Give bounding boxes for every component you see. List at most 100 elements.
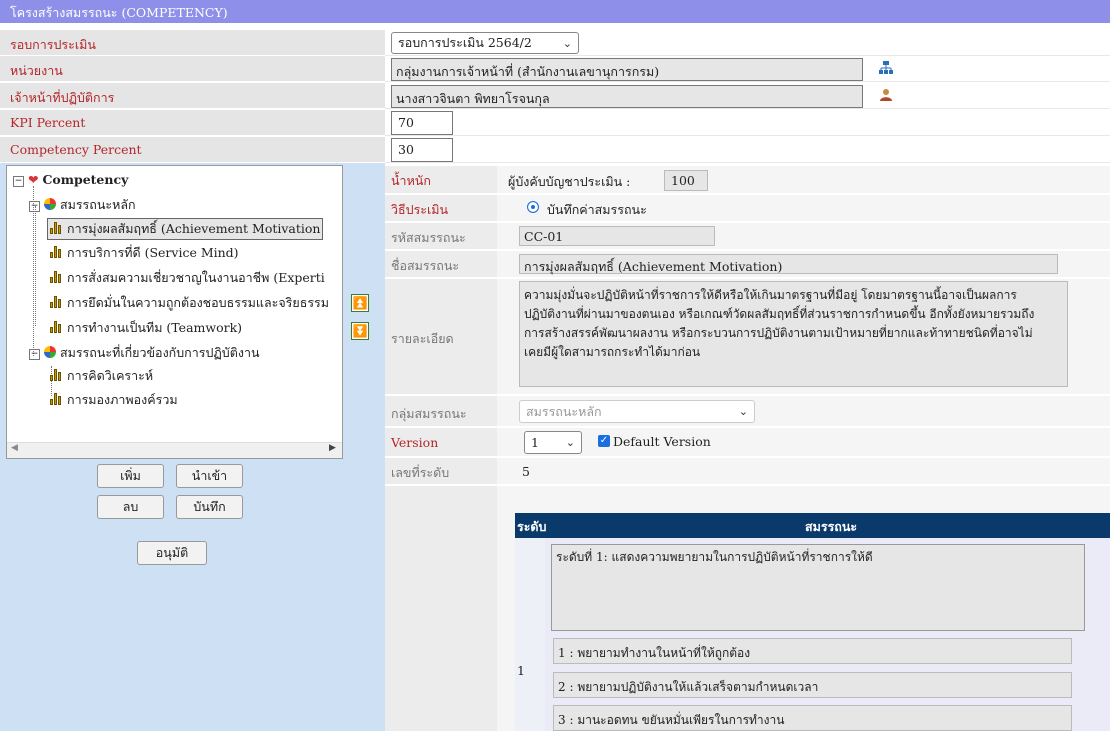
chevron-down-icon: ⌄ (565, 436, 575, 449)
detail-line: ปฏิบัติงานที่ผ่านมาของตนเอง หรือเกณฑ์วัด… (524, 307, 1035, 321)
competency-percent-label: Competency Percent (0, 137, 385, 163)
level-description[interactable]: ระดับที่ 1: แสดงความพยายามในการปฏิบัติหน… (551, 544, 1085, 631)
chart-icon (50, 369, 64, 381)
version-label: Version (385, 428, 497, 457)
chevron-down-icon: ⌄ (738, 405, 748, 418)
tree-item[interactable]: การสั่งสมความเชี่ยวชาญในงานอาชีพ (Expert… (50, 268, 325, 288)
code-field[interactable]: CC-01 (519, 226, 715, 246)
round-select-value: รอบการประเมิน 2564/2 (398, 35, 532, 50)
chart-icon (50, 222, 64, 234)
group-row: สมรรถนะหลัก ⌄ (497, 396, 1110, 427)
detail-label: รายละเอียด (385, 279, 497, 395)
kpi-label: KPI Percent (0, 110, 385, 136)
weight-label: น้ำหนัก (385, 166, 497, 194)
tree-item[interactable]: การบริการที่ดี (Service Mind) (50, 243, 239, 263)
chart-icon (50, 321, 64, 333)
scroll-left-icon[interactable]: ◀ (11, 443, 18, 453)
tree-group-core[interactable]: − สมรรถนะหลัก (29, 195, 136, 215)
collapse-icon[interactable]: − (29, 349, 40, 360)
add-button[interactable]: เพิ่ม (97, 464, 164, 488)
org-chart-icon[interactable] (879, 61, 893, 75)
delete-button[interactable]: ลบ (97, 495, 164, 519)
tree-item[interactable]: การคิดวิเคราะห์ (50, 366, 153, 386)
move-down-button[interactable]: ⏬ (351, 322, 369, 340)
weight-sublabel: ผู้บังคับบัญชาประเมิน : (508, 174, 631, 189)
competency-percent-row: 30 (385, 137, 1110, 163)
tree-root[interactable]: − ❤ Competency (13, 172, 128, 187)
tree-group-label: สมรรถนะที่เกี่ยวข้องกับการปฏิบัติงาน (59, 345, 260, 360)
tree-root-label: Competency (42, 172, 129, 187)
behavior-row[interactable]: 2 : พยายามปฏิบัติงานให้แล้วเสร็จตามกำหนด… (553, 672, 1072, 698)
competency-percent-input[interactable]: 30 (391, 138, 453, 162)
officer-row: นางสาวจินตา พิทยาโรจนกุล (385, 83, 1110, 109)
tree-item-selected[interactable]: การมุ่งผลสัมฤทธิ์ (Achievement Motivatio… (47, 218, 324, 240)
weight-field[interactable]: 100 (664, 170, 708, 191)
name-row: การมุ่งผลสัมฤทธิ์ (Achievement Motivatio… (497, 251, 1110, 278)
tree-item-label: การบริการที่ดี (Service Mind) (67, 245, 239, 260)
page-title: โครงสร้างสมรรถนะ (COMPETENCY) (0, 0, 1110, 23)
competency-tree: − ❤ Competency − สมรรถนะหลัก การมุ่งผลสั… (6, 165, 343, 459)
tree-item-label: การสั่งสมความเชี่ยวชาญในงานอาชีพ (Expert… (67, 270, 325, 285)
behavior-text: มานะอดทน ขยันหมั่นเพียรในการทำงาน (577, 713, 785, 727)
level-number: 1 (517, 663, 525, 678)
approve-button[interactable]: อนุมัติ (137, 541, 207, 565)
round-select[interactable]: รอบการประเมิน 2564/2 ⌄ (391, 32, 579, 54)
collapse-icon[interactable]: − (13, 176, 24, 187)
method-option-label: บันทึกค่าสมรรถนะ (547, 202, 647, 217)
name-label: ชื่อสมรรถนะ (385, 251, 497, 278)
col-level-header: ระดับ (517, 519, 547, 534)
level-row: 1 ระดับที่ 1: แสดงความพยายามในการปฏิบัติ… (515, 538, 1110, 731)
behavior-number: 1 : (558, 646, 574, 660)
code-row: CC-01 (497, 223, 1110, 250)
detail-row: ความมุ่งมั่นจะปฏิบัติหน้าที่ราชการให้ดีห… (497, 279, 1110, 395)
default-version-checkbox[interactable]: ✓ (598, 435, 610, 447)
horizontal-scrollbar[interactable]: ◀ ▶ (7, 442, 342, 458)
group-icon (43, 198, 56, 210)
behavior-text: พยายามทำงานในหน้าที่ให้ถูกต้อง (577, 646, 751, 660)
method-label: วิธีประเมิน (385, 195, 497, 222)
import-button[interactable]: นำเข้า (176, 464, 243, 488)
code-label: รหัสสมรรถนะ (385, 223, 497, 250)
tree-item[interactable]: การยึดมั่นในความถูกต้องชอบธรรมและจริยธรร… (50, 293, 329, 313)
tree-item-label: การมุ่งผลสัมฤทธิ์ (Achievement Motivatio… (67, 221, 321, 236)
chart-icon (50, 246, 64, 258)
unit-label: หน่วยงาน (0, 56, 385, 82)
chart-icon (50, 393, 64, 405)
detail-textarea[interactable]: ความมุ่งมั่นจะปฏิบัติหน้าที่ราชการให้ดีห… (519, 281, 1068, 387)
group-select-value: สมรรถนะหลัก (526, 403, 602, 419)
tree-item[interactable]: การทำงานเป็นทีม (Teamwork) (50, 318, 242, 338)
tree-item[interactable]: การมองภาพองค์รวม (50, 390, 178, 410)
detail-line: เคยมีผู้ใดสามารถกระทำได้มาก่อน (524, 345, 701, 359)
kpi-input[interactable]: 70 (391, 111, 453, 135)
group-icon (43, 346, 56, 358)
move-up-button[interactable]: ⏫ (351, 294, 369, 312)
tree-item-label: การมองภาพองค์รวม (67, 392, 178, 407)
method-row: บันทึกค่าสมรรถนะ (497, 195, 1110, 222)
version-select[interactable]: 1 ⌄ (524, 431, 582, 454)
user-icon[interactable] (879, 88, 893, 102)
tree-item-label: การยึดมั่นในความถูกต้องชอบธรรมและจริยธรร… (67, 295, 329, 310)
unit-field[interactable]: กลุ่มงานการเจ้าหน้าที่ (สำนักงานเลขานุกา… (391, 58, 863, 81)
round-label: รอบการประเมิน (0, 30, 385, 56)
officer-label: เจ้าหน้าที่ปฏิบัติการ (0, 83, 385, 109)
chart-icon (50, 271, 64, 283)
scroll-right-icon[interactable]: ▶ (329, 443, 336, 453)
weight-row: ผู้บังคับบัญชาประเมิน : 100 (497, 166, 1110, 194)
col-competency-header: สมรรถนะ (805, 519, 858, 534)
collapse-icon[interactable]: − (29, 201, 40, 212)
tree-item-label: การคิดวิเคราะห์ (67, 368, 154, 383)
default-version-label: Default Version (613, 434, 711, 449)
method-radio[interactable] (527, 201, 539, 213)
tree-group-work[interactable]: − สมรรถนะที่เกี่ยวข้องกับการปฏิบัติงาน (29, 343, 260, 363)
levels-row: 5 (497, 458, 1110, 485)
kpi-row: 70 (385, 110, 1110, 136)
chart-icon (50, 296, 64, 308)
save-button[interactable]: บันทึก (176, 495, 243, 519)
version-select-value: 1 (531, 435, 539, 450)
chevron-down-icon: ⌄ (562, 36, 572, 50)
group-select[interactable]: สมรรถนะหลัก ⌄ (519, 400, 755, 423)
behavior-row[interactable]: 3 : มานะอดทน ขยันหมั่นเพียรในการทำงาน (553, 705, 1072, 731)
officer-field[interactable]: นางสาวจินตา พิทยาโรจนกุล (391, 85, 863, 108)
behavior-row[interactable]: 1 : พยายามทำงานในหน้าที่ให้ถูกต้อง (553, 638, 1072, 664)
name-field[interactable]: การมุ่งผลสัมฤทธิ์ (Achievement Motivatio… (519, 254, 1058, 274)
